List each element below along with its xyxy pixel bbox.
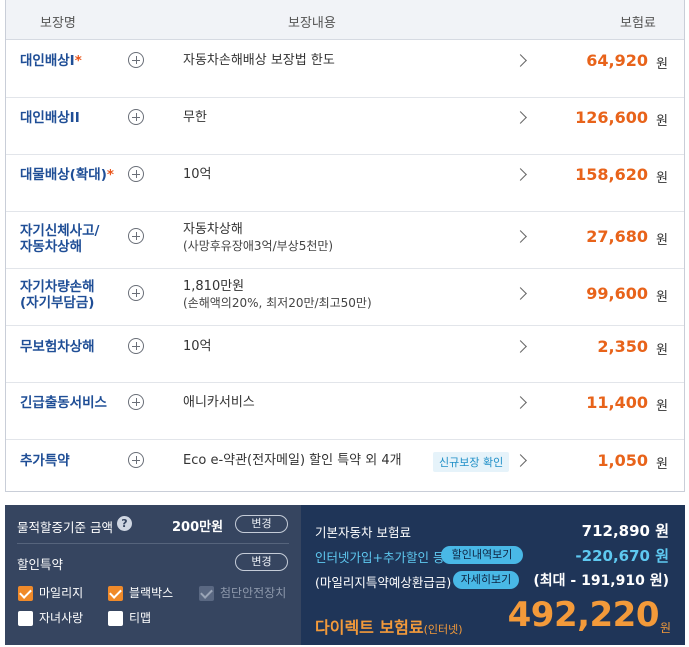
checkbox-icon — [18, 586, 33, 601]
mileage-refund-label: (마일리지특약예상환급금) — [315, 575, 452, 590]
chevron-right-icon[interactable] — [514, 454, 527, 467]
base-premium-label: 기본자동차 보험료 — [315, 525, 411, 540]
premium-summary: 기본자동차 보험료 712,890 원 인터넷가입+추가할인 등 할인내역보기 … — [301, 505, 685, 645]
coverage-name: 자기차량손해 (자기부담금) — [20, 279, 95, 311]
coverage-row-emergency[interactable]: 긴급출동서비스 애니카서비스 11,400 원 — [6, 383, 684, 440]
checkbox-icon — [199, 586, 214, 601]
won-unit: 원 — [656, 290, 668, 305]
coverage-name: 대인배상II — [20, 110, 80, 126]
expand-plus-icon[interactable] — [128, 166, 144, 182]
coverage-row-own-vehicle[interactable]: 자기차량손해 (자기부담금) 1,810만원 (손해액의20%, 최저20만/최고5… — [6, 269, 684, 326]
property-threshold-label: 물적할증기준 금액 — [17, 520, 113, 535]
expand-plus-icon[interactable] — [128, 394, 144, 410]
checkbox-icon — [18, 611, 33, 626]
coverage-row-bodily-injury-1[interactable]: 대인배상I* 자동차손해배상 보장법 한도 64,920 원 — [6, 41, 684, 98]
checkbox-icon — [108, 611, 123, 626]
expand-plus-icon[interactable] — [128, 52, 144, 68]
coverage-price: 158,620 — [575, 165, 648, 184]
direct-premium-label: 다이렉트 보험료(인터넷) — [315, 618, 463, 637]
coverage-content: 애니카서비스 — [183, 395, 255, 410]
blackbox-checkbox[interactable]: 블랙박스 — [108, 586, 173, 601]
coverage-table: 보장명 보장내용 보험료 대인배상I* 자동차손해배상 보장법 한도 64,92… — [5, 0, 685, 492]
won-unit: 원 — [656, 114, 668, 129]
coverage-price: 64,920 — [586, 51, 648, 70]
coverage-content: 자동차손해배상 보장법 한도 — [183, 53, 335, 68]
base-premium-value: 712,890 원 — [581, 522, 669, 540]
new-coverage-badge[interactable]: 신규보장 확인 — [433, 452, 510, 472]
coverage-price: 1,050 — [597, 451, 648, 470]
chevron-right-icon[interactable] — [514, 168, 527, 181]
chevron-right-icon[interactable] — [514, 287, 527, 300]
coverage-name: 대인배상I* — [20, 53, 82, 69]
chevron-right-icon[interactable] — [514, 340, 527, 353]
won-unit: 원 — [656, 343, 668, 358]
coverage-price: 126,600 — [575, 108, 648, 127]
won-unit: 원 — [656, 171, 668, 186]
chevron-right-icon[interactable] — [514, 230, 527, 243]
safety-device-checkbox: 첨단안전장치 — [199, 586, 286, 601]
won-unit: 원 — [656, 399, 668, 414]
expand-plus-icon[interactable] — [128, 285, 144, 301]
coverage-content: 10억 — [183, 167, 212, 182]
expand-plus-icon[interactable] — [128, 109, 144, 125]
coverage-row-uninsured[interactable]: 무보험차상해 10억 2,350 원 — [6, 326, 684, 383]
chevron-right-icon[interactable] — [514, 111, 527, 124]
table-header: 보장명 보장내용 보험료 — [6, 0, 684, 40]
coverage-price: 27,680 — [586, 227, 648, 246]
expand-plus-icon[interactable] — [128, 452, 144, 468]
chevron-right-icon[interactable] — [514, 54, 527, 67]
coverage-name: 대물배상(확대)* — [20, 167, 114, 183]
divider — [17, 543, 289, 544]
coverage-row-personal-injury[interactable]: 자기신체사고/자동차상해 자동차상해 (사망후유장애3억/부상5천만) 27,68… — [6, 212, 684, 269]
options-panel: 물적할증기준 금액 ? 200만원 변경 할인특약 변경 마일리지 블랙박스 첨… — [5, 505, 301, 645]
internet-discount-label: 인터넷가입+추가할인 등 — [315, 550, 445, 565]
coverage-row-extra-rider[interactable]: 추가특약 Eco e-약관(전자메일) 할인 특약 외 4개 신규보장 확인 1… — [6, 440, 684, 491]
coverage-content: 1,810만원 (손해액의20%, 최저20만/최고50만) — [183, 279, 372, 310]
discount-details-button[interactable]: 할인내역보기 — [441, 546, 523, 564]
mileage-checkbox[interactable]: 마일리지 — [18, 586, 83, 601]
header-coverage-name: 보장명 — [40, 16, 76, 31]
internet-discount-value: -220,670 원 — [575, 547, 669, 565]
change-property-button[interactable]: 변경 — [235, 515, 288, 533]
won-unit: 원 — [656, 457, 668, 472]
property-threshold-amount: 200만원 — [172, 520, 224, 535]
header-coverage-content: 보장내용 — [288, 16, 336, 31]
header-premium: 보험료 — [620, 16, 656, 31]
child-love-checkbox[interactable]: 자녀사랑 — [18, 611, 83, 626]
summary-panel: 물적할증기준 금액 ? 200만원 변경 할인특약 변경 마일리지 블랙박스 첨… — [5, 505, 685, 645]
tmap-checkbox[interactable]: 티맵 — [108, 611, 151, 626]
expand-plus-icon[interactable] — [128, 338, 144, 354]
checkbox-icon — [108, 586, 123, 601]
coverage-price: 99,600 — [586, 284, 648, 303]
coverage-row-bodily-injury-2[interactable]: 대인배상II 무한 126,600 원 — [6, 98, 684, 155]
won-unit: 원 — [656, 57, 668, 72]
coverage-price: 2,350 — [597, 337, 648, 356]
coverage-name: 추가특약 — [20, 453, 70, 469]
help-icon[interactable]: ? — [117, 516, 132, 531]
coverage-content: 자동차상해 (사망후유장애3억/부상5천만) — [183, 222, 334, 253]
coverage-content: 무한 — [183, 110, 207, 125]
coverage-price: 11,400 — [586, 393, 648, 412]
coverage-name: 자기신체사고/자동차상해 — [20, 223, 100, 255]
coverage-name: 긴급출동서비스 — [20, 395, 107, 411]
expand-plus-icon[interactable] — [128, 228, 144, 244]
coverage-content: 10억 — [183, 339, 212, 354]
change-discount-button[interactable]: 변경 — [235, 553, 288, 571]
coverage-content: Eco e-약관(전자메일) 할인 특약 외 4개 — [183, 453, 402, 468]
discount-rider-label: 할인특약 — [17, 557, 64, 572]
coverage-row-property-damage[interactable]: 대물배상(확대)* 10억 158,620 원 — [6, 155, 684, 212]
won-unit: 원 — [659, 621, 671, 635]
mileage-details-button[interactable]: 자세히보기 — [453, 571, 519, 589]
total-premium: 492,220 — [507, 595, 660, 635]
chevron-right-icon[interactable] — [514, 396, 527, 409]
won-unit: 원 — [656, 233, 668, 248]
coverage-name: 무보험차상해 — [20, 339, 95, 355]
mileage-refund-value: (최대 - 191,910 원) — [533, 573, 669, 589]
